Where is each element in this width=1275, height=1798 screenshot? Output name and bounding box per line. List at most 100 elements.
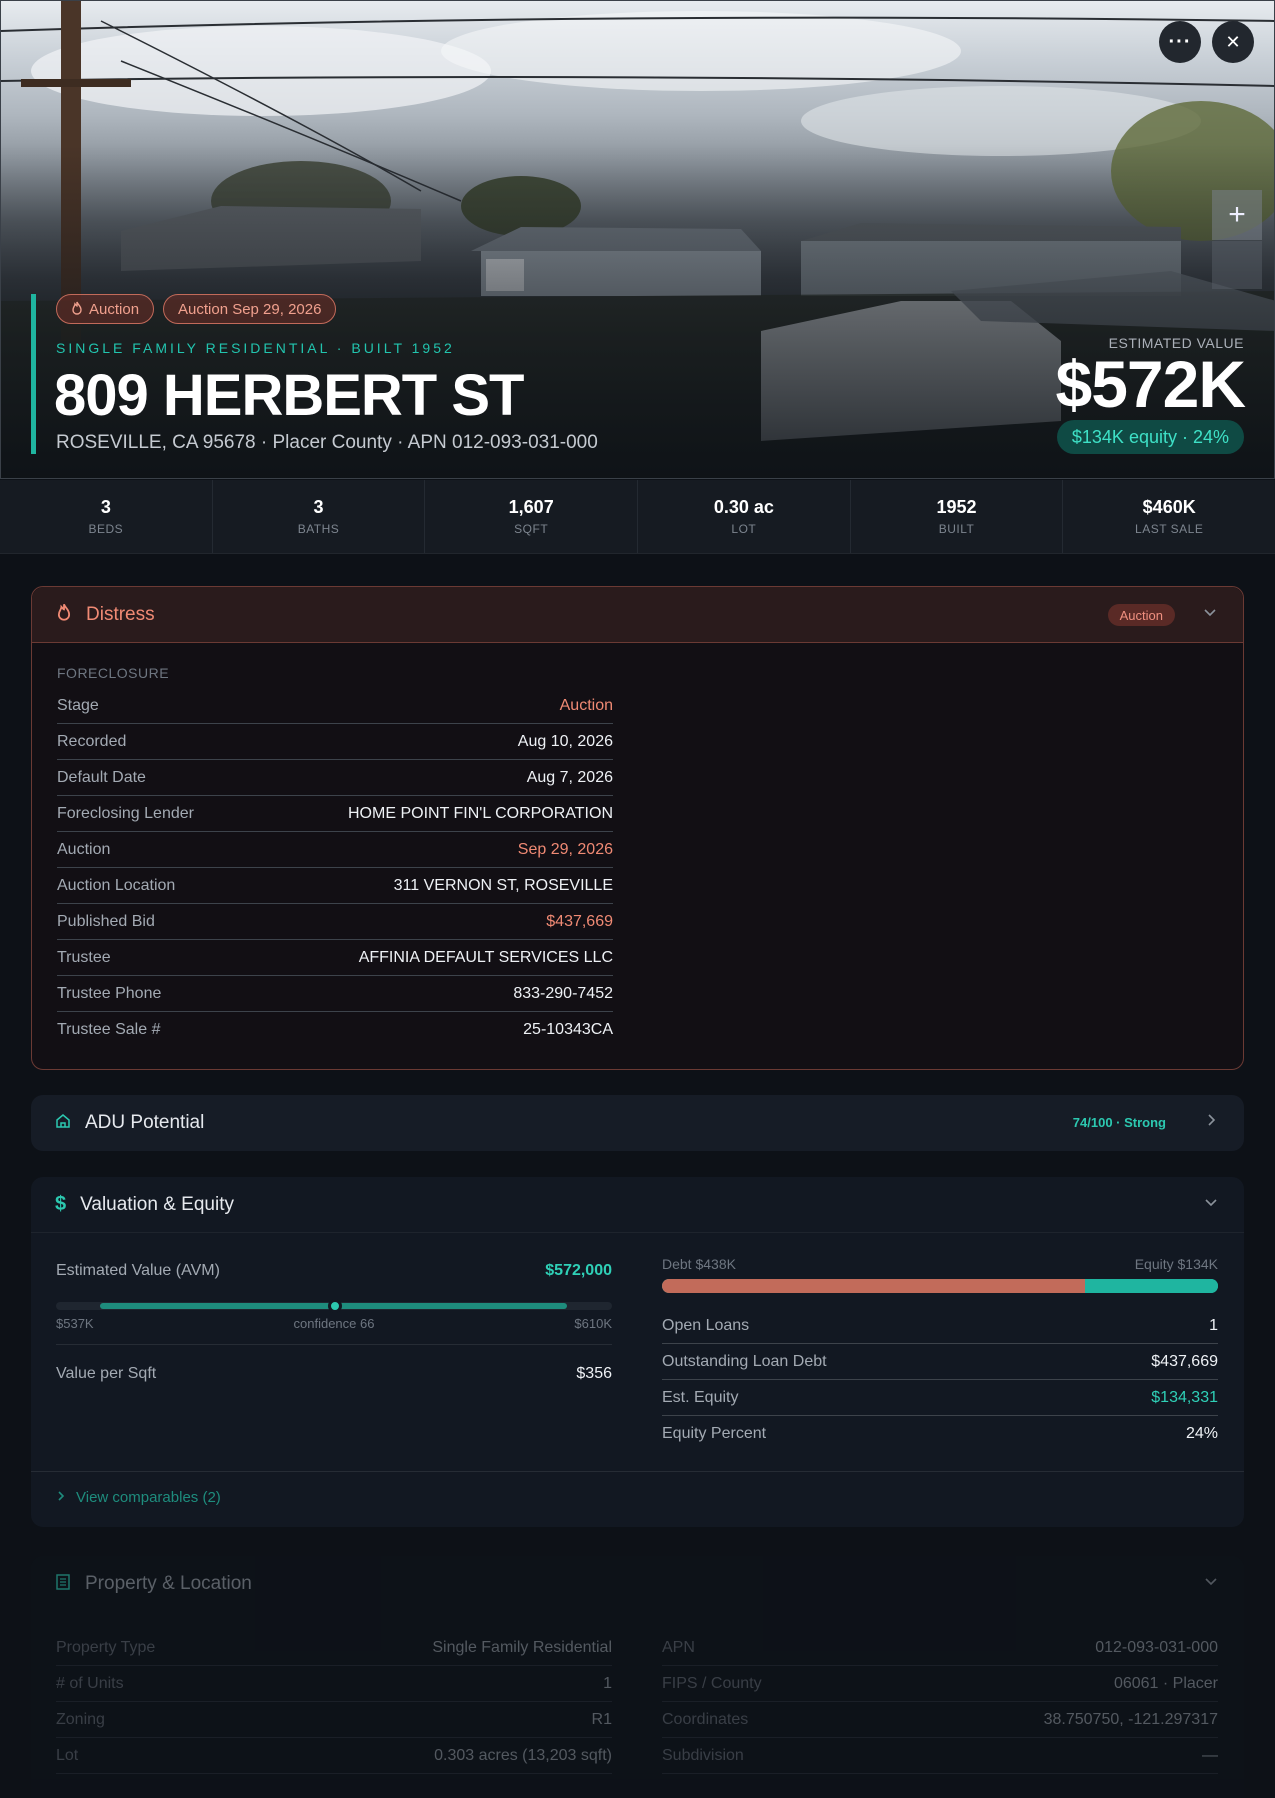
- kv-value: AFFINIA DEFAULT SERVICES LLC: [358, 948, 613, 966]
- equity-segment: [1084, 1279, 1218, 1293]
- kv-default-date: Default Date Aug 7, 2026: [57, 760, 613, 796]
- kv-value: HOME POINT FIN'L CORPORATION: [348, 804, 613, 822]
- divider: [56, 1344, 612, 1345]
- kv-trustee-sale-number: Trustee Sale # 25-10343CA: [57, 1012, 613, 1048]
- kv-key: Coordinates: [662, 1710, 749, 1728]
- kv-key: Foreclosing Lender: [57, 804, 194, 822]
- debt-segment: [662, 1279, 1085, 1293]
- valuation-title: Valuation & Equity: [80, 1193, 234, 1215]
- kv-outstanding-loan-debt: Outstanding Loan Debt $437,669: [662, 1344, 1218, 1380]
- estimated-value: $572K: [1055, 347, 1246, 421]
- distress-badge: Auction: [1107, 604, 1175, 626]
- kv-lot: Lot 0.303 acres (13,203 sqft): [56, 1738, 612, 1774]
- kv-key: Recorded: [57, 732, 127, 750]
- kv-subdivision: Subdivision —: [662, 1738, 1218, 1774]
- view-comparables-link[interactable]: View comparables (2): [56, 1489, 221, 1506]
- kv-apn: APN 012-093-031-000: [662, 1630, 1218, 1666]
- distress-header[interactable]: Distress Auction: [32, 587, 1243, 643]
- kv-auction: Auction Sep 29, 2026: [57, 832, 613, 868]
- kv-key: Trustee Phone: [57, 984, 162, 1002]
- valuation-card: $ Valuation & Equity Estimated Value (AV…: [31, 1177, 1244, 1527]
- property-location-card: Property & Location Property Type Single …: [31, 1556, 1244, 1798]
- kv-key: Auction: [57, 840, 111, 858]
- kv-key: Zoning: [56, 1710, 105, 1728]
- stat-label: BEDS: [88, 522, 124, 536]
- kv-value: 1: [1209, 1316, 1218, 1334]
- equity-label: Equity $134K: [1134, 1256, 1218, 1272]
- kv-value: 0.303 acres (13,203 sqft): [434, 1746, 612, 1764]
- kv-value[interactable]: 833-290-7452: [513, 985, 613, 1003]
- kv-value: $134,331: [1151, 1388, 1218, 1406]
- adu-potential-card[interactable]: ADU Potential 74/100 · Strong: [31, 1095, 1244, 1151]
- avm-value: $572,000: [545, 1262, 612, 1279]
- range-high: $610K: [574, 1316, 612, 1331]
- auction-date-tag-label: Auction Sep 29, 2026: [178, 300, 322, 318]
- flame-icon: [56, 603, 72, 626]
- adu-header[interactable]: ADU Potential 74/100 · Strong: [31, 1095, 1244, 1151]
- kv-value: 311 VERNON ST, ROSEVILLE: [393, 876, 613, 894]
- kv-key: Lot: [56, 1746, 79, 1764]
- kv-units: # of Units 1: [56, 1666, 612, 1702]
- auction-tag-label: Auction: [89, 300, 140, 318]
- kv-fips-county: FIPS / County 06061 · Placer: [662, 1666, 1218, 1702]
- building-icon: [55, 1573, 71, 1596]
- close-button[interactable]: ✕: [1212, 21, 1254, 63]
- kv-value: Aug 7, 2026: [526, 768, 613, 786]
- property-subtitle: SINGLE FAMILY RESIDENTIAL · BUILT 1952: [56, 340, 455, 356]
- property-title: Property & Location: [85, 1573, 252, 1594]
- debt-label: Debt $438K: [662, 1256, 736, 1272]
- stat-beds: 3 BEDS: [0, 480, 213, 553]
- kv-coordinates: Coordinates 38.750750, -121.297317: [662, 1702, 1218, 1738]
- close-icon: ✕: [1225, 31, 1241, 52]
- adu-score: 74/100 · Strong: [1072, 1115, 1166, 1130]
- kv-key: # of Units: [56, 1674, 124, 1692]
- stat-value: $460K: [1142, 497, 1196, 517]
- kv-key: Est. Equity: [662, 1388, 739, 1406]
- stat-value: 3: [100, 497, 111, 517]
- kv-key: Stage: [57, 696, 99, 714]
- kv-zoning: Zoning R1: [56, 1702, 612, 1738]
- kv-key: Subdivision: [662, 1746, 744, 1764]
- stat-last-sale: $460K LAST SALE: [1063, 480, 1275, 553]
- stat-baths: 3 BATHS: [213, 480, 426, 553]
- kv-foreclosing-lender: Foreclosing Lender HOME POINT FIN'L CORPO…: [57, 796, 613, 832]
- kv-value: Auction: [559, 696, 613, 714]
- dollar-icon: $: [55, 1193, 67, 1215]
- stat-label: BATHS: [297, 522, 340, 536]
- avm-label: Estimated Value (AVM): [56, 1262, 220, 1279]
- distress-card: Distress Auction FORECLOSURE Stage Auctio…: [31, 586, 1244, 1070]
- auction-tag[interactable]: Auction: [56, 294, 155, 324]
- kv-key: Equity Percent: [662, 1425, 767, 1442]
- equity-pill: $134K equity · 24%: [1056, 420, 1244, 454]
- chevron-down-icon: [1204, 1574, 1218, 1593]
- flame-icon: [71, 301, 83, 318]
- property-header[interactable]: Property & Location: [31, 1556, 1244, 1612]
- more-options-button[interactable]: ···: [1159, 21, 1201, 63]
- view-comparables-label: View comparables (2): [76, 1489, 221, 1506]
- kv-recorded: Recorded Aug 10, 2026: [57, 724, 613, 760]
- home-icon: [55, 1113, 71, 1134]
- stat-value: 0.30 ac: [713, 497, 774, 517]
- kv-value: 25-10343CA: [523, 1021, 613, 1038]
- chevron-down-icon: [1204, 1195, 1218, 1214]
- kv-key: Auction Location: [57, 876, 176, 894]
- zoom-in-button[interactable]: +: [1212, 190, 1262, 240]
- kv-key: Property Type: [56, 1638, 156, 1656]
- valuation-header[interactable]: $ Valuation & Equity: [31, 1177, 1244, 1233]
- plus-icon: +: [1228, 198, 1246, 231]
- value-per-sqft: $356: [576, 1365, 612, 1382]
- chevron-down-icon: [1203, 605, 1217, 624]
- kv-key: Outstanding Loan Debt: [662, 1352, 827, 1370]
- kv-value: —: [1202, 1746, 1218, 1764]
- auction-date-tag[interactable]: Auction Sep 29, 2026: [163, 294, 337, 324]
- kv-key: Published Bid: [57, 912, 155, 930]
- kv-value: $437,669: [1151, 1352, 1218, 1370]
- chevron-right-icon: [1204, 1113, 1218, 1132]
- kv-est-equity: Est. Equity $134,331: [662, 1380, 1218, 1416]
- section-label: FORECLOSURE: [57, 665, 170, 681]
- zoom-out-button[interactable]: [1212, 241, 1262, 289]
- kv-value: Sep 29, 2026: [517, 840, 613, 858]
- stat-value: 3: [313, 497, 324, 517]
- kv-key: Trustee: [57, 948, 111, 966]
- kv-value: 38.750750, -121.297317: [1043, 1710, 1218, 1728]
